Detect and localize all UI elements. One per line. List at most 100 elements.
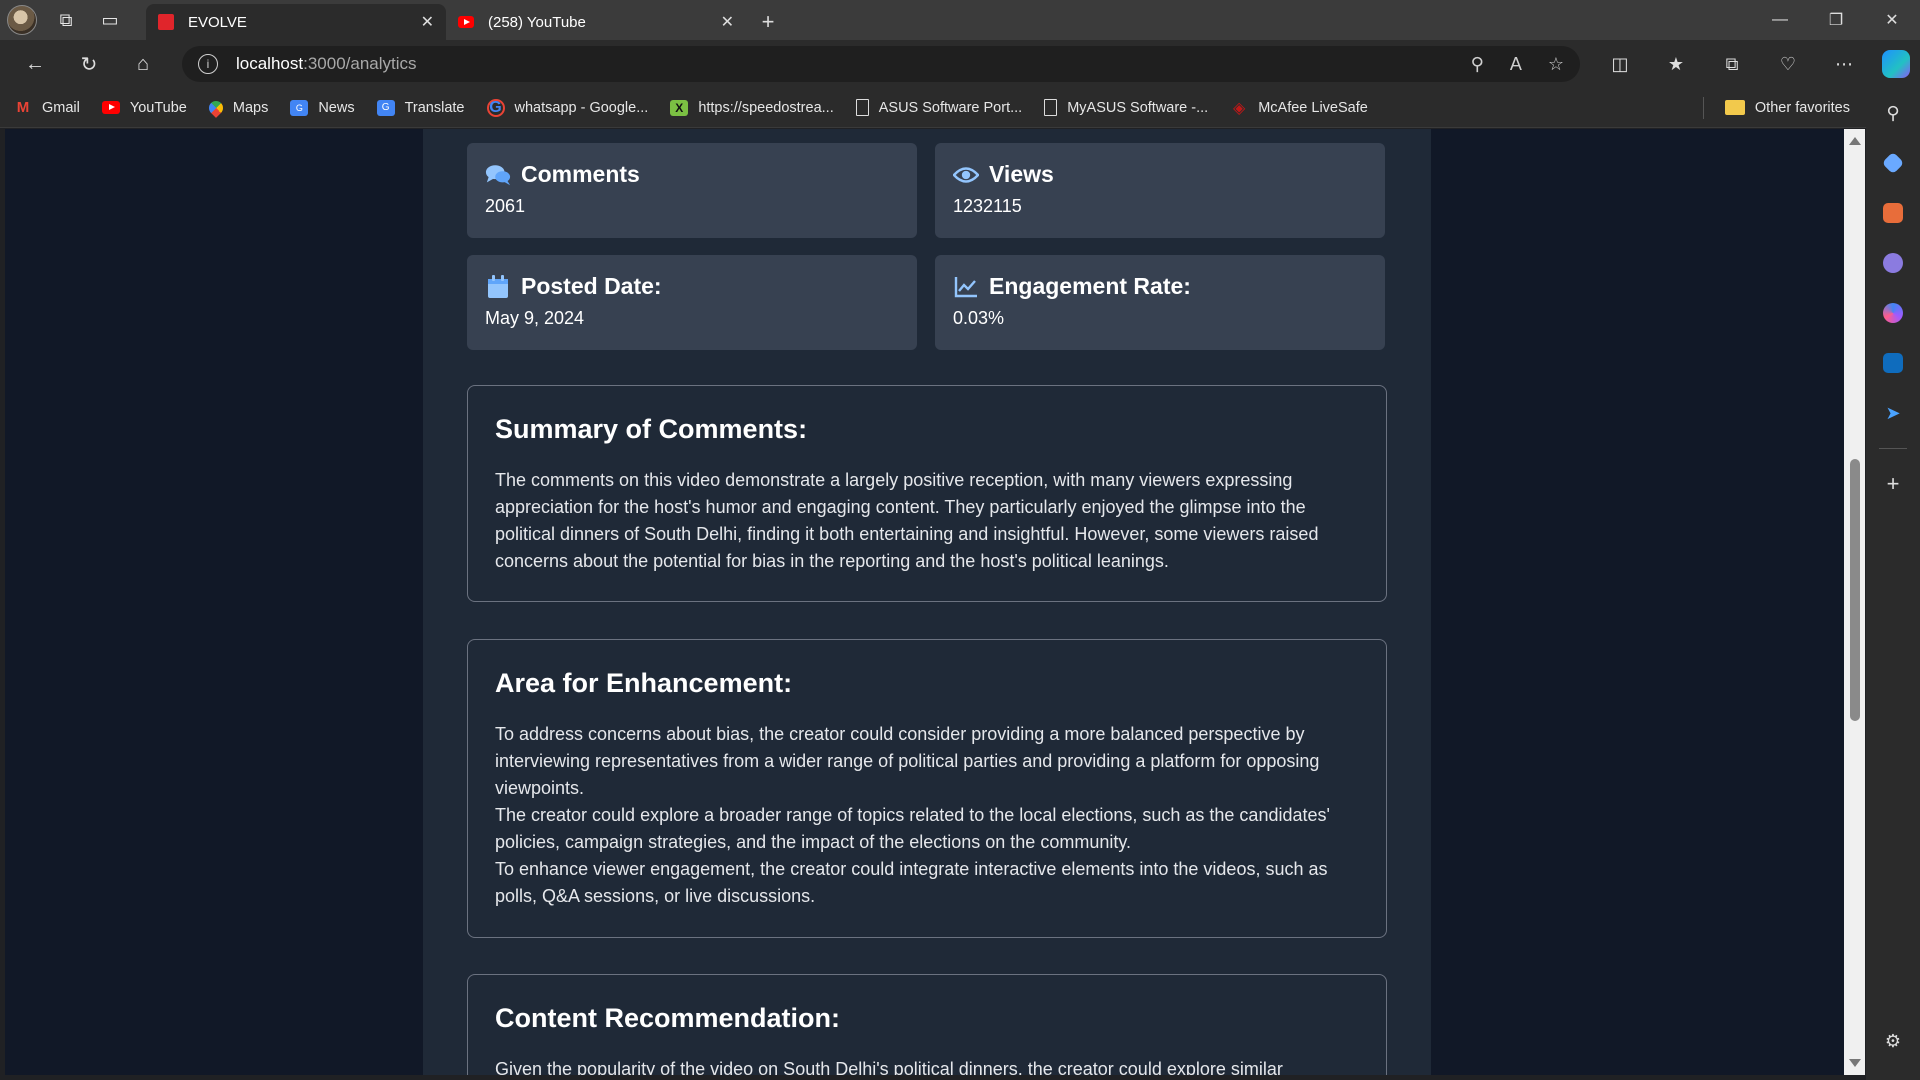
settings-gear-icon[interactable]: ⚙ [1866,1016,1920,1066]
bookmark-maps[interactable]: Maps [205,97,269,118]
bookmark-whatsapp-google[interactable]: Gwhatsapp - Google... [486,98,649,117]
browser-toolbar: ← ↻ ⌂ i localhost:3000/analytics ⚲ A ☆ ◫… [0,40,1920,88]
restore-icon[interactable]: ❐ [1808,0,1864,40]
recommendation-text: Given the popularity of the video on Sou… [495,1059,1283,1075]
enhancement-box: Area for Enhancement: To address concern… [467,639,1387,938]
close-icon[interactable]: ✕ [421,12,434,32]
games-icon[interactable] [1866,238,1920,288]
bookmark-label: YouTube [129,99,187,116]
add-icon[interactable]: + [1866,459,1920,509]
maps-icon [205,97,226,118]
browser-titlebar: ⧉ ▭ EVOLVE ✕ (258) YouTube ✕ + — ❐ ✕ [0,0,1920,40]
bookmark-label: https://speedostrea... [698,99,834,116]
bookmark-label: McAfee LiveSafe [1258,99,1368,116]
calendar-icon [485,274,511,299]
favorites-icon[interactable]: ★ [1648,44,1704,84]
page-viewport: Comments 2061 Views 1232115 Posted Date:… [5,129,1865,1075]
engagement-value: 0.03% [953,308,1005,328]
tab-youtube[interactable]: (258) YouTube ✕ [446,4,746,40]
summary-text: The comments on this video demonstrate a… [495,470,1319,571]
engagement-label: Engagement Rate: [989,273,1191,299]
other-favorites[interactable]: Other favorites [1724,99,1850,116]
youtube-favicon-icon [458,16,474,28]
workspaces-icon[interactable]: ⧉ [44,0,88,40]
bookmark-label: News [318,99,355,116]
read-aloud-icon[interactable]: A [1510,54,1522,75]
translate-icon: G [376,99,395,116]
divider [1703,96,1704,119]
posted-date-card: Posted Date: May 9, 2024 [467,255,917,350]
split-screen-icon[interactable]: ◫ [1592,44,1648,84]
bookmark-translate[interactable]: G Translate [376,99,465,116]
shopping-tag-icon[interactable] [1866,138,1920,188]
enhancement-point: To address concerns about bias, the crea… [495,724,1320,798]
tab-title: EVOLVE [188,13,247,31]
divider [1879,448,1907,449]
other-favorites-label: Other favorites [1754,99,1850,116]
profile-avatar[interactable] [0,0,44,40]
bookmark-youtube[interactable]: YouTube [101,99,187,116]
tab-title: (258) YouTube [488,13,586,31]
bookmark-label: Maps [232,99,269,116]
bookmark-speedostream[interactable]: Xhttps://speedostrea... [670,99,834,116]
send-icon[interactable]: ➤ [1866,388,1920,438]
document-icon [855,99,869,116]
bookmark-news[interactable]: G News [290,99,355,116]
analytics-content: Comments 2061 Views 1232115 Posted Date:… [423,129,1431,1075]
bookmark-mcafee[interactable]: ◈ McAfee LiveSafe [1230,99,1368,117]
views-label: Views [989,161,1054,187]
summary-title: Summary of Comments: [495,414,808,444]
bookmark-gmail[interactable]: M Gmail [14,99,80,116]
back-button[interactable]: ← [8,44,62,84]
bookmark-label: Gmail [42,99,80,116]
home-button[interactable]: ⌂ [116,44,170,84]
bookmark-label: MyASUS Software -... [1067,99,1209,116]
eye-icon [953,163,979,187]
bookmarks-bar: M Gmail YouTube Maps G News G Translate Gwh… [0,88,1920,128]
microsoft365-icon[interactable] [1866,288,1920,338]
comments-icon [485,163,511,187]
scroll-up-icon[interactable] [1849,137,1861,145]
news-icon: G [290,99,309,116]
scroll-thumb[interactable] [1850,459,1860,721]
posted-date-label: Posted Date: [521,273,662,299]
tab-actions-icon[interactable]: ▭ [88,0,132,40]
bookmark-label: ASUS Software Port... [878,99,1023,116]
close-window-icon[interactable]: ✕ [1864,0,1920,40]
more-options-icon[interactable]: ⋯ [1816,44,1872,84]
avatar [7,5,37,35]
new-tab-button[interactable]: + [746,4,790,40]
x-icon: X [670,99,689,116]
mcafee-icon: ◈ [1233,99,1246,117]
tools-icon[interactable] [1866,188,1920,238]
bookmark-myasus[interactable]: MyASUS Software -... [1044,99,1208,116]
search-icon[interactable]: ⚲ [1866,88,1920,138]
favorite-star-icon[interactable]: ☆ [1548,54,1564,75]
tab-evolve[interactable]: EVOLVE ✕ [146,4,446,40]
engagement-card: Engagement Rate: 0.03% [935,255,1385,350]
page-scrollbar[interactable] [1844,129,1865,1075]
scroll-down-icon[interactable] [1849,1059,1861,1067]
bookmark-asus-portal[interactable]: ASUS Software Port... [855,99,1023,116]
browser-essentials-icon[interactable]: ♡ [1760,44,1816,84]
google-icon: G [486,98,505,117]
collections-icon[interactable]: ⧉ [1704,44,1760,84]
refresh-button[interactable]: ↻ [62,44,116,84]
comments-card: Comments 2061 [467,143,917,238]
summary-box: Summary of Comments: The comments on thi… [467,385,1387,602]
copilot-icon[interactable] [1882,50,1910,78]
address-bar[interactable]: i localhost:3000/analytics ⚲ A ☆ [182,46,1580,82]
edge-sidebar: ⚲ ➤ + ⚙ [1866,88,1920,1080]
url-path: :3000/analytics [303,54,417,73]
enhancement-point: To enhance viewer engagement, the creato… [495,859,1328,906]
close-icon[interactable]: ✕ [721,12,734,32]
window-controls: — ❐ ✕ [1752,0,1920,40]
outlook-icon[interactable] [1866,338,1920,388]
minimize-icon[interactable]: — [1752,0,1808,40]
bookmark-label: whatsapp - Google... [514,99,649,116]
enhancement-point: The creator could explore a broader rang… [495,805,1330,852]
youtube-icon [101,101,120,114]
zoom-icon[interactable]: ⚲ [1471,54,1484,75]
site-info-icon[interactable]: i [198,54,218,74]
document-icon [1044,99,1058,116]
